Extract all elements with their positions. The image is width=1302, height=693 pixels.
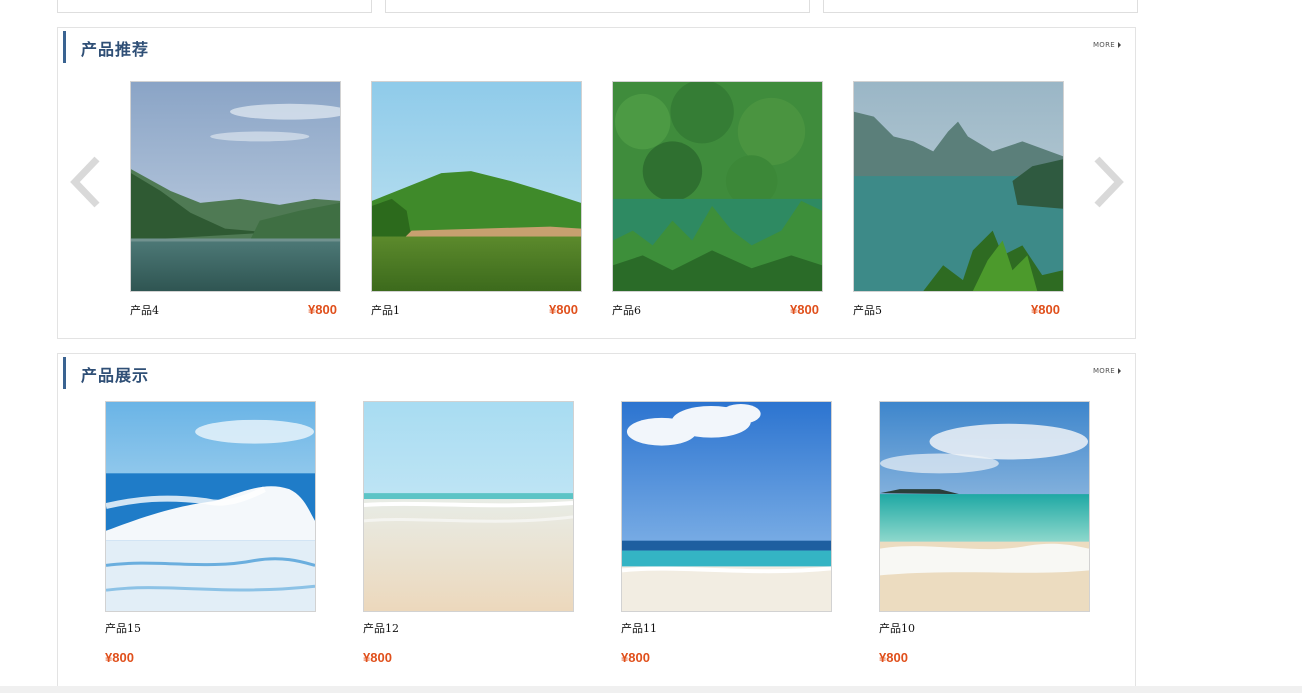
product-image[interactable] — [130, 81, 341, 292]
previous-section-box-2 — [385, 0, 810, 13]
more-label: MORE — [1092, 41, 1115, 49]
showcase-header: 产品展示 — [63, 357, 148, 389]
product-image[interactable] — [612, 81, 823, 292]
product-name[interactable]: 产品4 — [130, 302, 159, 318]
product-image[interactable] — [105, 401, 316, 612]
recommend-header: 产品推荐 — [63, 31, 148, 63]
product-price: ¥800 — [363, 650, 392, 665]
more-label: MORE — [1092, 367, 1115, 375]
triangle-right-icon — [1118, 368, 1121, 374]
product-name[interactable]: 产品15 — [105, 620, 141, 636]
showcase-title: 产品展示 — [81, 366, 150, 385]
triangle-right-icon — [1118, 42, 1121, 48]
product-price: ¥800 — [308, 302, 337, 317]
product-image[interactable] — [371, 81, 582, 292]
chevron-left-icon — [70, 156, 100, 208]
product-name[interactable]: 产品5 — [853, 302, 882, 318]
product-image[interactable] — [621, 401, 832, 612]
previous-section-box-3 — [823, 0, 1138, 13]
product-name[interactable]: 产品11 — [621, 620, 657, 636]
carousel-next-button[interactable] — [1092, 155, 1126, 209]
product-price: ¥800 — [621, 650, 650, 665]
recommend-more-link[interactable]: MORE — [1093, 41, 1121, 49]
product-image[interactable] — [363, 401, 574, 612]
previous-section-box-1 — [57, 0, 372, 13]
product-image[interactable] — [853, 81, 1064, 292]
chevron-right-icon — [1094, 156, 1124, 208]
product-price: ¥800 — [549, 302, 578, 317]
product-price: ¥800 — [790, 302, 819, 317]
product-price: ¥800 — [105, 650, 134, 665]
product-price: ¥800 — [879, 650, 908, 665]
showcase-more-link[interactable]: MORE — [1093, 367, 1121, 375]
carousel-prev-button[interactable] — [68, 155, 102, 209]
horizontal-scrollbar[interactable] — [0, 686, 1302, 693]
product-name[interactable]: 产品1 — [371, 302, 400, 318]
product-name[interactable]: 产品6 — [612, 302, 641, 318]
product-name[interactable]: 产品10 — [879, 620, 915, 636]
recommend-title: 产品推荐 — [81, 40, 150, 59]
product-price: ¥800 — [1031, 302, 1060, 317]
product-image[interactable] — [879, 401, 1090, 612]
product-name[interactable]: 产品12 — [363, 620, 399, 636]
